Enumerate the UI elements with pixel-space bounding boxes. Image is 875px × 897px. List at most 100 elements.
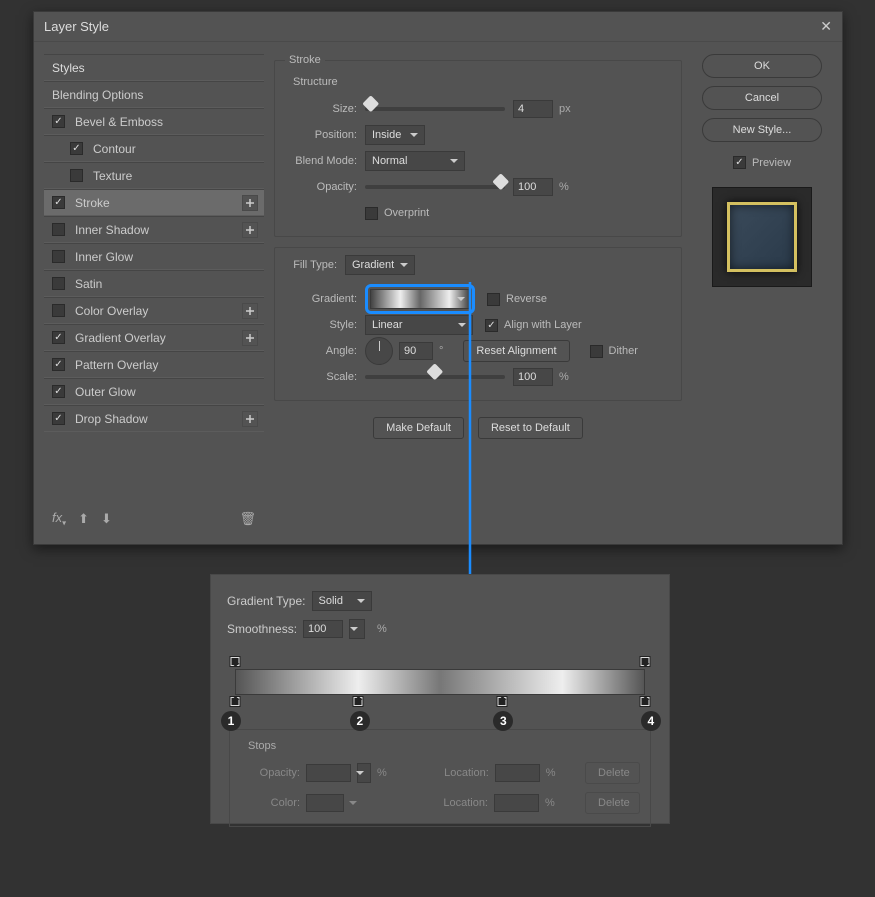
make-default-button[interactable]: Make Default bbox=[373, 417, 464, 439]
stop-color-swatch[interactable] bbox=[306, 794, 344, 812]
stop-opacity-input[interactable] bbox=[306, 764, 351, 782]
inner-shadow-row[interactable]: Inner Shadow bbox=[44, 216, 264, 243]
drop-shadow-add-icon[interactable] bbox=[242, 411, 258, 427]
opacity-stop-1[interactable] bbox=[230, 656, 241, 667]
reverse-checkbox[interactable] bbox=[487, 293, 500, 306]
arrow-up-icon[interactable]: ⬆ bbox=[78, 511, 89, 527]
inner-glow-checkbox[interactable] bbox=[52, 250, 65, 263]
smoothness-dropdown[interactable] bbox=[349, 619, 365, 639]
arrow-down-icon[interactable]: ⬇ bbox=[101, 511, 112, 527]
drop-shadow-row[interactable]: Drop Shadow bbox=[44, 405, 264, 432]
align-checkbox[interactable] bbox=[485, 319, 498, 332]
color-overlay-checkbox[interactable] bbox=[52, 304, 65, 317]
stroke-checkbox[interactable] bbox=[52, 196, 65, 209]
bevel-checkbox[interactable] bbox=[52, 115, 65, 128]
gradient-type-select[interactable]: Solid bbox=[312, 591, 372, 611]
gradient-type-value: Solid bbox=[319, 595, 343, 607]
texture-checkbox[interactable] bbox=[70, 169, 83, 182]
angle-input[interactable] bbox=[399, 342, 433, 360]
dither-checkbox[interactable] bbox=[590, 345, 603, 358]
scale-input[interactable] bbox=[513, 368, 553, 386]
gradient-overlay-row[interactable]: Gradient Overlay bbox=[44, 324, 264, 351]
bevel-emboss-row[interactable]: Bevel & Emboss bbox=[44, 108, 264, 135]
trash-icon[interactable]: 🗑 bbox=[239, 511, 256, 527]
position-label: Position: bbox=[285, 129, 365, 141]
opacity-stop-2[interactable] bbox=[640, 656, 651, 667]
opacity-input[interactable] bbox=[513, 178, 553, 196]
stroke-add-icon[interactable] bbox=[242, 195, 258, 211]
preview-checkbox[interactable] bbox=[733, 156, 746, 169]
angle-dial[interactable] bbox=[365, 337, 393, 365]
stop-color-delete-button[interactable]: Delete bbox=[585, 792, 640, 814]
blending-options-row[interactable]: Blending Options bbox=[44, 81, 264, 108]
ok-button[interactable]: OK bbox=[702, 54, 822, 78]
outer-glow-checkbox[interactable] bbox=[52, 385, 65, 398]
contour-row[interactable]: Contour bbox=[44, 135, 264, 162]
gradient-bar[interactable] bbox=[235, 669, 645, 695]
fill-type-select[interactable]: Gradient bbox=[345, 255, 415, 275]
overprint-label: Overprint bbox=[384, 207, 429, 219]
color-stop-2[interactable] bbox=[353, 696, 364, 707]
overprint-check[interactable]: Overprint bbox=[365, 207, 429, 220]
align-check[interactable]: Align with Layer bbox=[485, 319, 582, 332]
close-icon[interactable]: ✕ bbox=[820, 18, 832, 35]
styles-header-row[interactable]: Styles bbox=[44, 54, 264, 81]
stop-opacity-dropdown[interactable] bbox=[357, 763, 371, 783]
fill-type-value: Gradient bbox=[352, 259, 394, 271]
scale-slider[interactable] bbox=[365, 375, 505, 379]
contour-checkbox[interactable] bbox=[70, 142, 83, 155]
color-stop-1[interactable] bbox=[230, 696, 241, 707]
gradient-picker[interactable] bbox=[370, 289, 470, 309]
satin-checkbox[interactable] bbox=[52, 277, 65, 290]
fx-icon[interactable]: fx▾ bbox=[52, 510, 66, 528]
position-select[interactable]: Inside bbox=[365, 125, 425, 145]
smoothness-input[interactable] bbox=[303, 620, 343, 638]
scale-unit: % bbox=[559, 371, 569, 383]
opacity-slider-thumb[interactable] bbox=[492, 173, 509, 190]
pattern-overlay-row[interactable]: Pattern Overlay bbox=[44, 351, 264, 378]
size-input[interactable] bbox=[513, 100, 553, 118]
stop-opacity-delete-button[interactable]: Delete bbox=[585, 762, 640, 784]
badge-3: 3 bbox=[493, 711, 513, 731]
color-stop-4[interactable] bbox=[640, 696, 651, 707]
texture-label: Texture bbox=[93, 169, 132, 183]
opacity-slider[interactable] bbox=[365, 185, 505, 189]
inner-shadow-checkbox[interactable] bbox=[52, 223, 65, 236]
color-stop-3[interactable] bbox=[496, 696, 507, 707]
reset-alignment-button[interactable]: Reset Alignment bbox=[463, 340, 569, 362]
gradient-bar-container: 1 2 3 4 bbox=[235, 655, 645, 709]
styles-header-label: Styles bbox=[52, 61, 85, 75]
scale-slider-thumb[interactable] bbox=[426, 363, 443, 380]
gradient-overlay-checkbox[interactable] bbox=[52, 331, 65, 344]
stroke-row[interactable]: Stroke bbox=[44, 189, 264, 216]
opacity-stop-row[interactable] bbox=[235, 655, 645, 669]
gradient-overlay-add-icon[interactable] bbox=[242, 330, 258, 346]
color-overlay-row[interactable]: Color Overlay bbox=[44, 297, 264, 324]
titlebar[interactable]: Layer Style ✕ bbox=[34, 12, 842, 42]
bevel-label: Bevel & Emboss bbox=[75, 115, 163, 129]
drop-shadow-checkbox[interactable] bbox=[52, 412, 65, 425]
outer-glow-row[interactable]: Outer Glow bbox=[44, 378, 264, 405]
pattern-overlay-checkbox[interactable] bbox=[52, 358, 65, 371]
stop-color-location-input[interactable] bbox=[494, 794, 539, 812]
size-slider[interactable] bbox=[365, 107, 505, 111]
satin-row[interactable]: Satin bbox=[44, 270, 264, 297]
overprint-checkbox[interactable] bbox=[365, 207, 378, 220]
blend-mode-select[interactable]: Normal bbox=[365, 151, 465, 171]
stop-location-input[interactable] bbox=[495, 764, 540, 782]
preview-thumbnail bbox=[712, 187, 812, 287]
stop-color-label: Color: bbox=[240, 797, 300, 809]
color-overlay-add-icon[interactable] bbox=[242, 303, 258, 319]
inner-shadow-add-icon[interactable] bbox=[242, 222, 258, 238]
reset-default-button[interactable]: Reset to Default bbox=[478, 417, 583, 439]
reverse-check[interactable]: Reverse bbox=[487, 293, 547, 306]
cancel-button[interactable]: Cancel bbox=[702, 86, 822, 110]
texture-row[interactable]: Texture bbox=[44, 162, 264, 189]
preview-check[interactable]: Preview bbox=[733, 156, 791, 169]
inner-glow-row[interactable]: Inner Glow bbox=[44, 243, 264, 270]
dither-check[interactable]: Dither bbox=[590, 345, 638, 358]
new-style-button[interactable]: New Style... bbox=[702, 118, 822, 142]
color-stop-row[interactable] bbox=[235, 695, 645, 709]
style-select[interactable]: Linear bbox=[365, 315, 473, 335]
size-slider-thumb[interactable] bbox=[362, 95, 379, 112]
